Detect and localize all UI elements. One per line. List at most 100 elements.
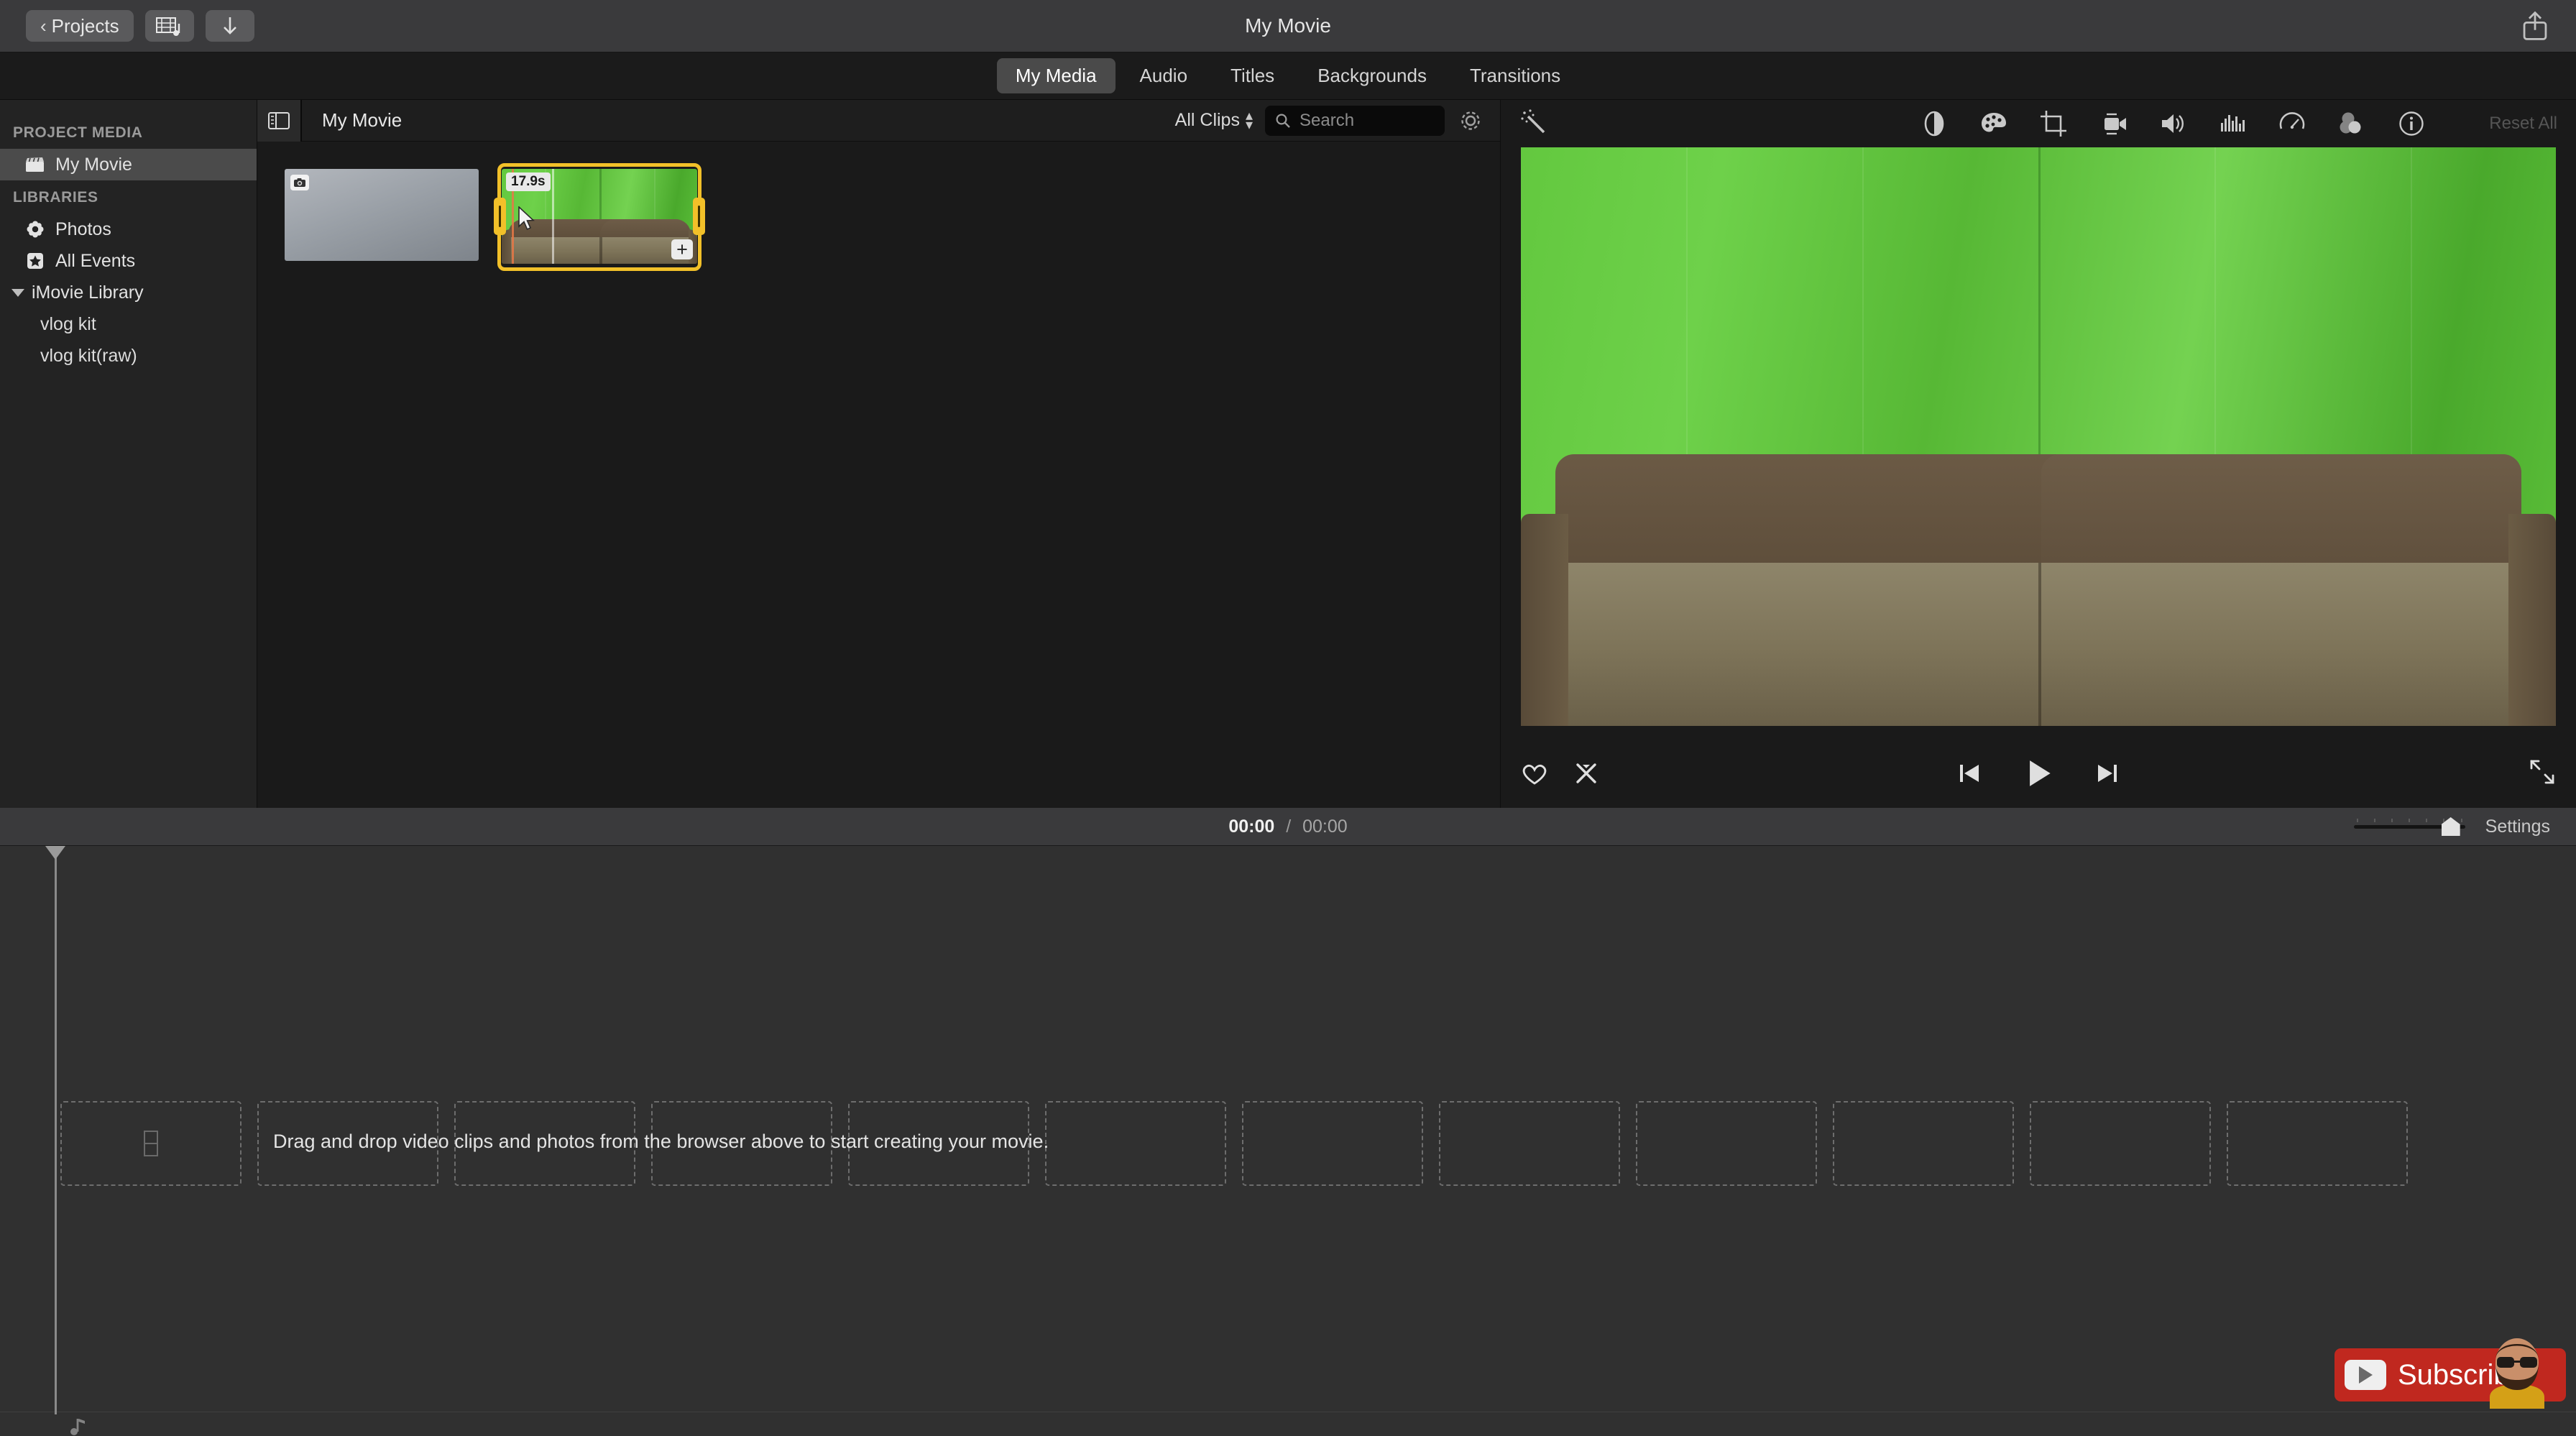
browser-title: My Movie — [302, 109, 402, 132]
tab-titles[interactable]: Titles — [1212, 58, 1293, 93]
timeline-placeholder-slot[interactable] — [2030, 1101, 2211, 1186]
sidebar-toggle-button[interactable] — [257, 100, 302, 142]
sidebar-group-imovie-library[interactable]: iMovie Library — [0, 277, 257, 308]
timeline-panel[interactable]: Drag and drop video clips and photos fro… — [0, 846, 2576, 1436]
tab-audio[interactable]: Audio — [1121, 58, 1207, 93]
search-input[interactable]: Search — [1265, 106, 1445, 136]
timeline-bottom-bar — [0, 1412, 2576, 1436]
photos-flower-icon — [24, 220, 46, 239]
search-placeholder: Search — [1300, 111, 1354, 131]
sidebar-item-all-events-label: All Events — [55, 251, 135, 272]
color-correction-icon[interactable] — [1979, 109, 2009, 139]
sidebar-item-all-events[interactable]: All Events — [0, 245, 257, 277]
timecode-display: 00:00 / 00:00 — [0, 816, 2576, 837]
star-events-icon — [24, 252, 46, 270]
sidebar-item-my-movie-label: My Movie — [55, 155, 132, 175]
clip-photo-image — [285, 169, 479, 261]
titlebar-left-controls: ‹ Projects — [0, 10, 254, 42]
window-title: My Movie — [0, 14, 2576, 37]
skip-previous-icon[interactable] — [1954, 758, 1984, 788]
download-button[interactable] — [206, 10, 254, 42]
time-separator: / — [1286, 816, 1291, 837]
browser-clip-grid: 17.9s + — [257, 142, 1500, 808]
timeline-placeholder-slot[interactable] — [60, 1101, 242, 1186]
clip-duration-badge: 17.9s — [506, 172, 551, 191]
film-strip-icon — [139, 1129, 163, 1158]
share-icon[interactable] — [2518, 9, 2552, 42]
fullscreen-icon[interactable] — [2527, 757, 2557, 787]
back-to-projects-button[interactable]: ‹ Projects — [26, 10, 134, 42]
play-icon[interactable] — [2020, 755, 2056, 791]
preview-viewer: Reset All — [1501, 100, 2576, 808]
current-time: 00:00 — [1228, 816, 1274, 837]
sidebar-toggle-icon — [267, 111, 290, 130]
clip-thumbnail-green-screen[interactable]: 17.9s + — [502, 169, 697, 264]
speed-icon[interactable] — [2277, 109, 2307, 139]
back-to-projects-label: Projects — [52, 15, 119, 37]
browser-tools: All Clips ▴▾ Search — [1175, 106, 1484, 136]
camera-icon — [290, 175, 309, 190]
timeline-zoom-slider[interactable] — [2354, 817, 2465, 836]
clip-filter-label: All Clips — [1175, 110, 1240, 131]
disclosure-triangle-icon[interactable] — [12, 289, 24, 297]
browser-header: My Movie All Clips ▴▾ Search — [257, 100, 1500, 142]
sidebar-item-photos-label: Photos — [55, 219, 111, 240]
avatar-icon — [2478, 1328, 2556, 1409]
info-icon[interactable] — [2396, 109, 2426, 139]
film-music-icon — [155, 15, 184, 37]
crop-icon[interactable] — [2038, 109, 2069, 139]
sidebar-item-my-movie[interactable]: My Movie — [0, 149, 257, 180]
timeline-placeholder-slot[interactable] — [1833, 1101, 2014, 1186]
chevron-left-icon: ‹ — [40, 15, 47, 37]
stabilization-icon[interactable] — [2098, 109, 2128, 139]
clapperboard-icon — [24, 155, 46, 174]
clip-filter-dropdown[interactable]: All Clips ▴▾ — [1175, 110, 1253, 131]
timeline-placeholder-slot[interactable] — [1439, 1101, 1620, 1186]
audio-equalizer-icon[interactable] — [2217, 109, 2248, 139]
search-icon — [1274, 112, 1292, 129]
skip-next-icon[interactable] — [2092, 758, 2122, 788]
viewer-stage — [1501, 147, 2576, 739]
tab-transitions[interactable]: Transitions — [1451, 58, 1579, 93]
viewer-adjust-toolbar: Reset All — [1501, 100, 2576, 147]
sidebar-item-vlog-kit-raw[interactable]: vlog kit(raw) — [0, 340, 257, 372]
color-balance-icon[interactable] — [1919, 109, 1949, 139]
clip-skim-line — [552, 169, 554, 264]
noise-reduction-icon[interactable] — [2337, 109, 2367, 139]
viewer-adjustment-icons: Reset All — [1919, 109, 2557, 139]
tab-my-media[interactable]: My Media — [997, 58, 1116, 93]
add-clip-to-timeline-button[interactable]: + — [671, 239, 693, 259]
timeline-placeholder-slot[interactable] — [1242, 1101, 1423, 1186]
download-arrow-icon — [219, 14, 241, 38]
magic-wand-icon[interactable] — [1519, 108, 1551, 139]
sidebar-group-imovie-library-label: iMovie Library — [32, 282, 144, 303]
subscribe-watermark: Subscribe — [2334, 1348, 2566, 1402]
trim-handle-right[interactable] — [693, 198, 705, 235]
library-sidebar: PROJECT MEDIA My Movie LIBRARIES — [0, 100, 257, 808]
trim-handle-left[interactable] — [494, 198, 506, 235]
timeline-drop-hint: Drag and drop video clips and photos fro… — [273, 1131, 1049, 1153]
timeline-toolbar: 00:00 / 00:00 Settings — [0, 808, 2576, 846]
total-time: 00:00 — [1302, 816, 1348, 837]
youtube-play-icon — [2345, 1360, 2386, 1390]
stepper-updown-icon: ▴▾ — [1246, 112, 1253, 129]
volume-icon[interactable] — [2158, 109, 2188, 139]
playhead-icon[interactable] — [55, 846, 57, 1414]
sidebar-item-vlog-kit[interactable]: vlog kit — [0, 308, 257, 340]
timeline-placeholder-slot[interactable] — [1045, 1101, 1226, 1186]
music-note-icon — [69, 1417, 88, 1436]
clip-thumbnail-photo[interactable] — [285, 169, 479, 261]
reset-all-button[interactable]: Reset All — [2489, 114, 2557, 134]
gear-icon[interactable] — [1457, 107, 1484, 134]
media-tab-bar: My Media Audio Titles Backgrounds Transi… — [0, 52, 2576, 100]
timeline-placeholder-slot[interactable] — [1636, 1101, 1817, 1186]
window-titlebar: ‹ Projects My — [0, 0, 2576, 52]
titlebar-right-controls — [2518, 9, 2576, 42]
media-browser: My Movie All Clips ▴▾ Search — [257, 100, 1501, 808]
sidebar-item-photos[interactable]: Photos — [0, 213, 257, 245]
tab-backgrounds[interactable]: Backgrounds — [1299, 58, 1445, 93]
import-media-button[interactable] — [145, 10, 194, 42]
timeline-placeholder-slot[interactable] — [2227, 1101, 2408, 1186]
sidebar-section-project-media: PROJECT MEDIA — [0, 116, 257, 149]
sidebar-section-libraries: LIBRARIES — [0, 180, 257, 213]
